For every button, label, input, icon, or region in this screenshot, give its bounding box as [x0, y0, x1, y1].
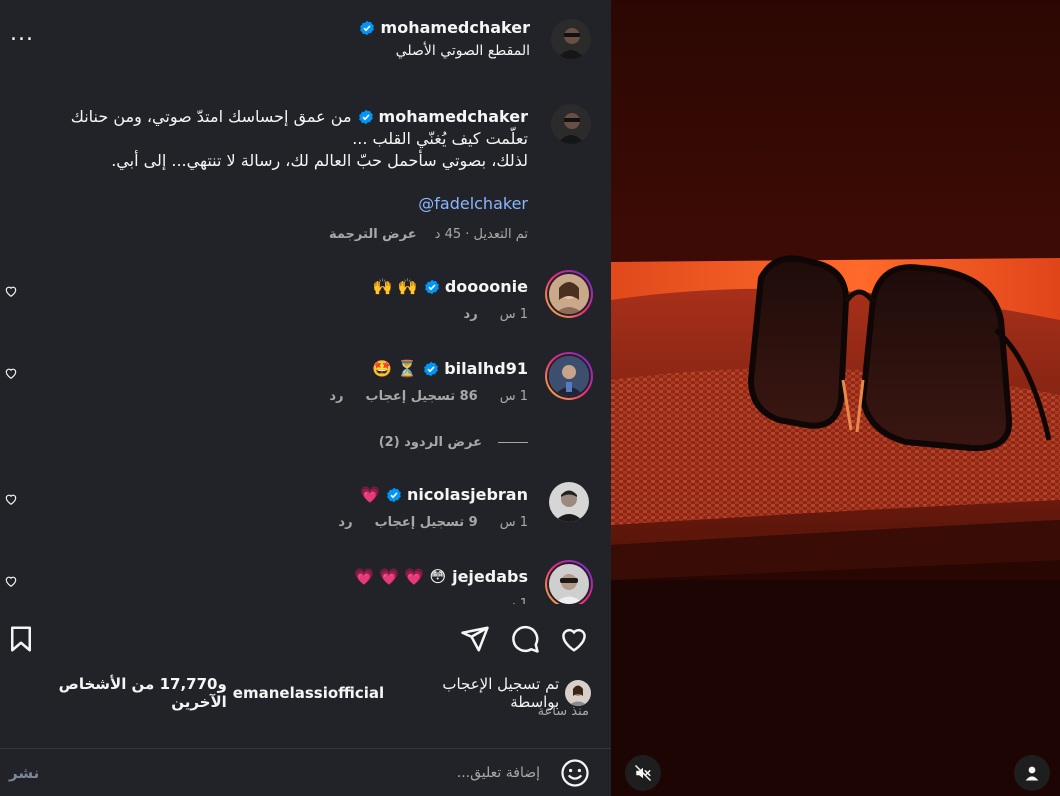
commenter-username[interactable]: bilalhd91	[444, 359, 528, 378]
comment-bubble-icon[interactable]	[510, 624, 540, 654]
comment-likes-count[interactable]: 9 تسجيل إعجاب	[375, 515, 478, 530]
comment-line: jejedabs 😳 💗 💗 💗	[354, 567, 528, 586]
emoji-icon[interactable]	[560, 758, 590, 788]
commenter-username[interactable]: jejedabs	[452, 567, 528, 586]
commenter-username[interactable]: nicolasjebran	[407, 485, 528, 504]
likes-summary: تم تسجيل الإعجاب بواسطة emanelassioffici…	[0, 675, 591, 711]
comment-age[interactable]: 1 س	[500, 515, 528, 530]
user-tag-icon	[1025, 766, 1039, 781]
more-options-icon[interactable]: ...	[10, 23, 34, 45]
view-replies-button[interactable]: عرض الردود (2)	[379, 435, 528, 450]
original-audio-link[interactable]: المقطع الصوتي الأصلي	[396, 43, 530, 59]
verified-badge-icon	[424, 361, 439, 376]
share-send-icon[interactable]	[460, 624, 490, 654]
post-comment-button[interactable]: نشر	[9, 764, 39, 782]
comment-item: jejedabs 😳 💗 💗 💗 1 س	[0, 560, 611, 604]
like-comment-heart-icon[interactable]	[4, 284, 18, 298]
mute-toggle-button[interactable]	[625, 755, 661, 791]
speaker-muted-icon	[634, 764, 652, 782]
caption-username-row[interactable]: mohamedchaker	[358, 106, 528, 128]
edited-label: تم التعديل	[473, 227, 528, 242]
comment-text: 💗	[360, 485, 380, 504]
comment-item: bilalhd91 ⏳ 🤩 1 س 86 تسجيل إعجاب رد	[0, 352, 611, 412]
caption-avatar[interactable]	[551, 104, 591, 144]
verified-badge-icon	[358, 109, 373, 125]
comment-meta: 1 س 86 تسجيل إعجاب رد	[329, 389, 528, 404]
video-frame	[611, 0, 1060, 796]
caption-username[interactable]: mohamedchaker	[379, 106, 528, 128]
comment-text: 🙌 🙌	[372, 277, 418, 296]
commenter-avatar[interactable]	[545, 560, 593, 604]
commenter-avatar[interactable]	[545, 478, 593, 526]
tagged-users-button[interactable]	[1014, 755, 1050, 791]
author-username[interactable]: mohamedchaker	[381, 18, 530, 37]
commenter-username[interactable]: doooonie	[445, 277, 528, 296]
like-comment-heart-icon[interactable]	[4, 574, 18, 588]
meta-dot: ·	[465, 227, 470, 242]
post-header: mohamedchaker المقطع الصوتي الأصلي ...	[0, 0, 611, 78]
comment-meta: 1 س رد	[464, 307, 528, 322]
like-heart-icon[interactable]	[559, 624, 589, 654]
comment-meta: 1 س	[500, 597, 528, 604]
comment-input[interactable]	[100, 761, 540, 785]
replies-dash	[498, 442, 528, 443]
reel-video[interactable]	[611, 0, 1060, 796]
reply-button[interactable]: رد	[464, 307, 478, 322]
reply-button[interactable]: رد	[329, 389, 343, 404]
post-actions	[0, 618, 611, 662]
comment-text: 😳 💗 💗 💗	[354, 567, 447, 586]
mention-link[interactable]: @fadelchaker	[418, 194, 528, 213]
commenter-avatar[interactable]	[545, 352, 593, 400]
liker-avatar[interactable]	[565, 680, 591, 706]
view-replies-label[interactable]: عرض الردود (2)	[379, 435, 482, 450]
like-comment-heart-icon[interactable]	[4, 492, 18, 506]
caption-age[interactable]: 45 د	[435, 227, 461, 242]
comment-composer: نشر	[0, 748, 611, 796]
save-bookmark-icon[interactable]	[6, 624, 36, 654]
comment-text: ⏳ 🤩	[372, 359, 418, 378]
comments-scroll-area[interactable]: mohamedchaker من عمق إحساسك امتدّ صوتي، …	[0, 78, 611, 604]
liker-username[interactable]: emanelassiofficial	[233, 684, 384, 702]
author-avatar[interactable]	[551, 19, 591, 59]
verified-badge-icon	[387, 487, 401, 502]
caption-text-block: mohamedchaker من عمق إحساسك امتدّ صوتي، …	[58, 106, 528, 172]
reply-button[interactable]: رد	[338, 515, 352, 530]
post-time[interactable]: منذ ساعة	[538, 704, 589, 719]
see-translation-button[interactable]: عرض الترجمة	[329, 227, 417, 242]
author-username-row[interactable]: mohamedchaker	[359, 18, 530, 37]
caption-meta: تم التعديل · 45 د عرض الترجمة	[329, 227, 528, 242]
comment-meta: 1 س 9 تسجيل إعجاب رد	[338, 515, 528, 530]
comment-line: bilalhd91 ⏳ 🤩	[372, 359, 528, 378]
verified-badge-icon	[424, 279, 439, 294]
comment-item: doooonie 🙌 🙌 1 س رد	[0, 270, 611, 330]
post-panel: mohamedchaker المقطع الصوتي الأصلي ... m…	[0, 0, 611, 796]
like-comment-heart-icon[interactable]	[4, 366, 18, 380]
comment-item: nicolasjebran 💗 1 س 9 تسجيل إعجاب رد	[0, 478, 611, 538]
likes-count[interactable]: و17,770 من الأشخاص الآخرين	[0, 675, 227, 711]
comment-likes-count[interactable]: 86 تسجيل إعجاب	[366, 389, 478, 404]
comment-age[interactable]: 1 س	[500, 389, 528, 404]
comment-line: nicolasjebran 💗	[360, 485, 528, 504]
commenter-avatar[interactable]	[545, 270, 593, 318]
comment-age[interactable]: 1 س	[500, 307, 528, 322]
comment-age[interactable]: 1 س	[500, 597, 528, 604]
verified-badge-icon	[359, 20, 374, 35]
comment-line: doooonie 🙌 🙌	[373, 277, 528, 296]
likes-prefix: تم تسجيل الإعجاب بواسطة	[442, 675, 560, 711]
